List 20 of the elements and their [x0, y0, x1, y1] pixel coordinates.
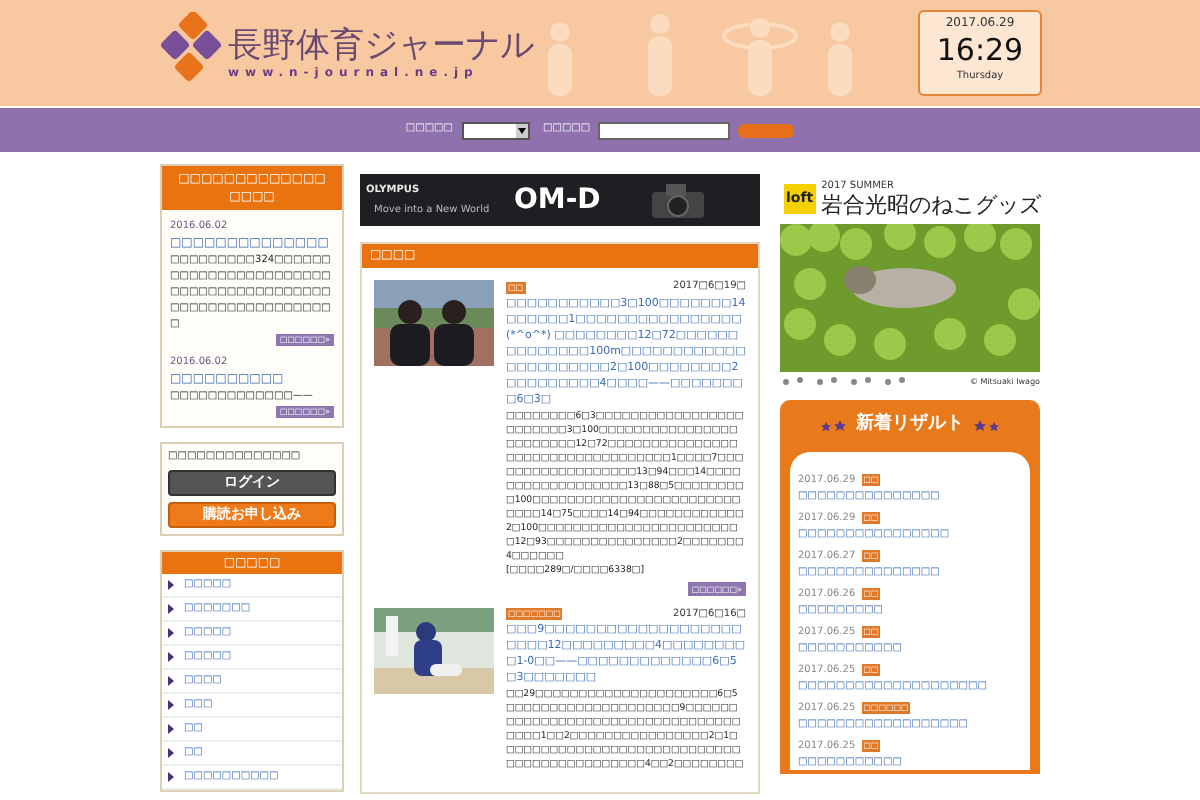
- bullet-icon: [168, 676, 174, 686]
- bullet-icon: [168, 748, 174, 758]
- bullet-icon: [168, 700, 174, 710]
- product-name: OM-D: [514, 184, 601, 216]
- stars-icon: [820, 420, 848, 432]
- results-heading: 新着リザルト: [856, 412, 964, 439]
- site-title: 長野体育ジャーナル: [228, 25, 534, 65]
- bullet-icon: [168, 628, 174, 638]
- dropdown-icon: [515, 123, 527, 137]
- bullet-icon: [168, 652, 174, 662]
- stars-icon: [972, 420, 1000, 432]
- clock-time: 16:29: [936, 32, 1024, 68]
- keyword-field[interactable]: [598, 121, 731, 139]
- promo-title: 岩合光昭のねこグッズ: [821, 192, 1042, 218]
- bullet-icon: [168, 772, 174, 782]
- bullet-icon: [168, 580, 174, 590]
- category-select[interactable]: [461, 121, 529, 139]
- camera-icon: [648, 180, 709, 220]
- bullet-icon: [168, 724, 174, 734]
- bullet-icon: [168, 604, 174, 614]
